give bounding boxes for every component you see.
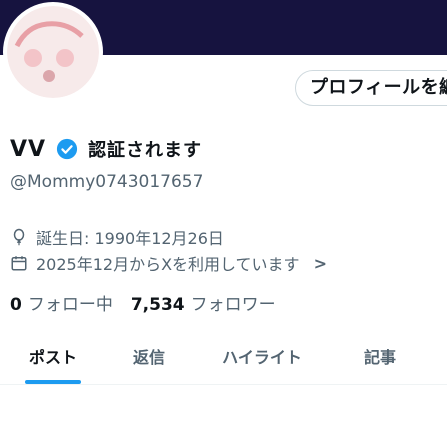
avatar-image — [7, 6, 99, 98]
following-link[interactable]: 0 フォロー中 — [10, 290, 113, 315]
followers-count: 7,534 — [130, 295, 185, 315]
profile-tabs: ポスト 返信 ハイライト 記事 — [0, 332, 447, 385]
profile-name-row: VV 認証されます — [10, 136, 202, 162]
tab-replies[interactable]: 返信 — [106, 332, 192, 384]
tab-label: ポスト — [28, 348, 77, 367]
profile-handle: @Mommy0743017657 — [10, 172, 204, 192]
display-name: VV — [10, 136, 47, 162]
balloon-icon — [13, 228, 25, 246]
birth-date: 誕生日: 1990年12月26日 — [36, 229, 224, 248]
followers-label: フォロワー — [190, 295, 276, 315]
tab-posts[interactable]: ポスト — [0, 332, 106, 384]
edit-profile-button[interactable]: プロフィールを編集 — [295, 70, 447, 106]
following-label: フォロー中 — [27, 295, 113, 315]
followers-link[interactable]: 7,534 フォロワー — [131, 290, 276, 315]
joined-date: 2025年12月からXを利用しています — [36, 255, 300, 274]
tab-articles[interactable]: 記事 — [332, 332, 428, 384]
birth-date-row: 誕生日: 1990年12月26日 — [10, 225, 224, 249]
tab-label: ハイライト — [222, 348, 302, 367]
profile-avatar[interactable] — [3, 2, 103, 102]
calendar-icon — [11, 256, 27, 271]
tab-highlights[interactable]: ハイライト — [192, 332, 332, 384]
tab-label: 返信 — [132, 348, 165, 367]
chevron-right-icon: > — [313, 253, 327, 273]
joined-row[interactable]: 2025年12月からXを利用しています > — [10, 251, 327, 275]
follow-stats: 0 フォロー中 7,534 フォロワー — [10, 290, 276, 315]
tab-label: 記事 — [363, 348, 396, 367]
get-verified-link[interactable]: 認証されます — [88, 136, 202, 162]
following-count: 0 — [10, 295, 22, 315]
active-tab-indicator — [25, 380, 81, 384]
verified-badge-icon[interactable] — [56, 138, 78, 160]
